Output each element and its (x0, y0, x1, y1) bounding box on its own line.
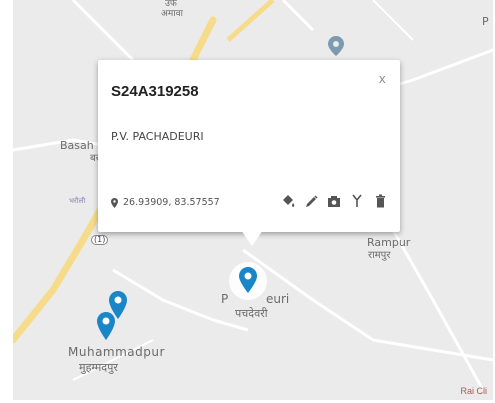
selected-marker-icon[interactable] (239, 267, 257, 293)
camera-icon[interactable] (327, 193, 341, 209)
map-canvas[interactable]: उर्फ अमावा Basah बस भरौली (1) Rampur राम… (13, 0, 493, 400)
place-label-pachadeuri-a: P (221, 292, 229, 306)
paint-bucket-icon[interactable] (281, 193, 295, 209)
popup-place-name: P.V. PACHADEURI (111, 130, 204, 143)
popup-title: S24A319258 (111, 83, 199, 100)
popup-actions (281, 193, 387, 209)
fork-icon[interactable] (350, 193, 364, 209)
coordinates-text: 26.93909, 83.57557 (123, 197, 220, 208)
pencil-icon[interactable] (304, 193, 318, 209)
location-pin-icon (111, 197, 118, 208)
popup-coordinates: 26.93909, 83.57557 (111, 197, 220, 208)
popup-close-button[interactable]: x (379, 71, 386, 86)
trash-icon[interactable] (373, 193, 387, 209)
place-label-small-hindi: भरौली (69, 197, 86, 205)
place-label-pachadeuri-b: euri (266, 292, 290, 306)
place-label-corner: P (482, 15, 489, 28)
place-label-basahi: Basah (60, 139, 94, 152)
place-label-rampur-hindi: रामपुर (368, 250, 391, 261)
road-shield: (1) (91, 235, 109, 245)
place-label-muhammadpur-hindi: मुहम्मदपुर (79, 361, 118, 374)
place-label-rampur: Rampur (367, 236, 411, 249)
popup-tail (241, 230, 263, 246)
place-label-top: उर्फ (165, 0, 177, 9)
marker-info-popup: S24A319258 x P.V. PACHADEURI 26.93909, 8… (98, 60, 400, 246)
map-footer-link[interactable]: Rai Cli (460, 386, 487, 396)
site-marker-icon[interactable] (97, 312, 115, 340)
place-label-pachadeuri-hindi: पचदेवरी (235, 307, 268, 320)
place-label-muhammadpur: Muhammadpur (68, 345, 165, 359)
place-label-amawa-hindi: अमावा (161, 9, 183, 19)
poi-marker-icon[interactable] (328, 36, 344, 56)
